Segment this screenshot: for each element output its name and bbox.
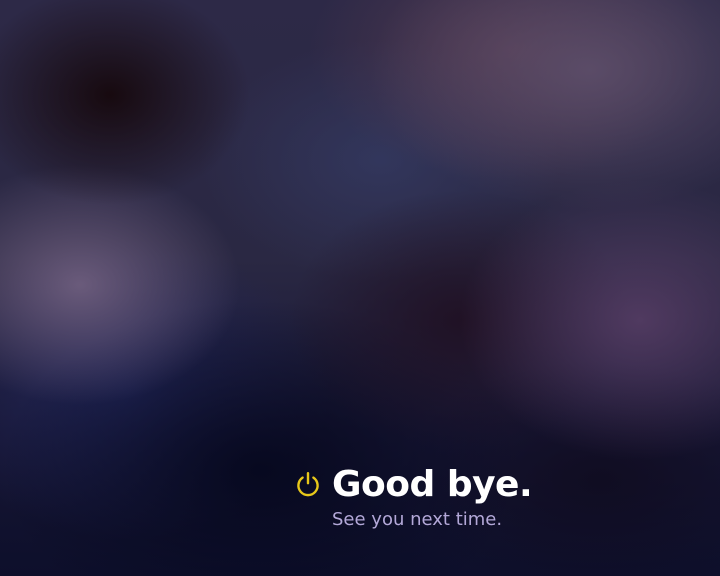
power-icon — [294, 470, 322, 498]
logout-screen: Good bye. See you next time. — [0, 0, 720, 576]
goodbye-title: Good bye. — [332, 464, 533, 505]
goodbye-text: Good bye. See you next time. — [332, 462, 533, 531]
goodbye-message: Good bye. See you next time. — [294, 462, 533, 531]
goodbye-subtitle: See you next time. — [332, 509, 503, 530]
